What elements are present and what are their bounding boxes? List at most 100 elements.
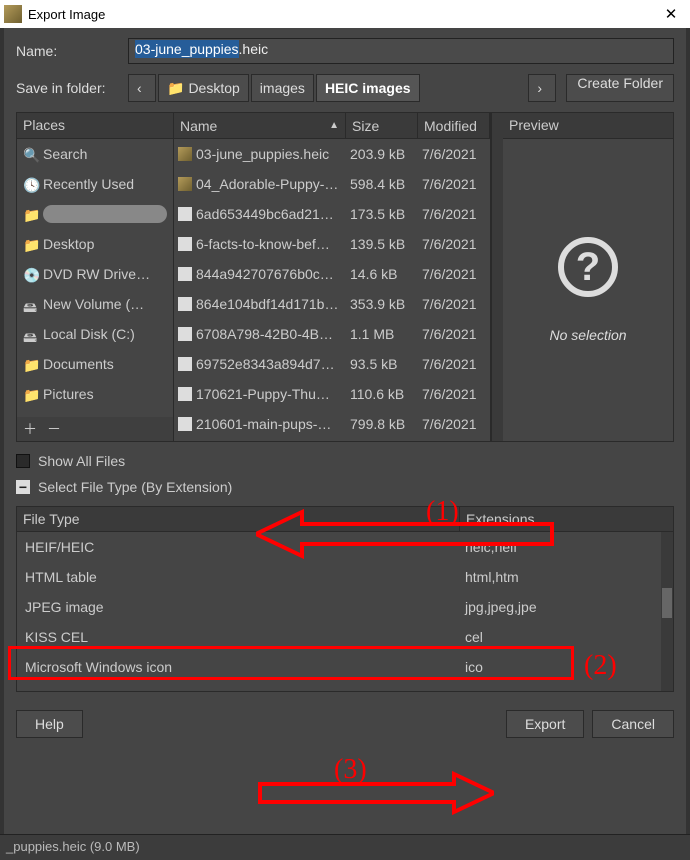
filetype-row[interactable]: KISS CELcel	[17, 622, 673, 652]
file-icon	[178, 297, 192, 311]
preview-panel: Preview ? No selection	[503, 113, 673, 441]
file-name: 844a942707676b0c…	[196, 266, 346, 282]
file-modified: 7/6/2021	[418, 416, 490, 432]
col-name[interactable]: Name▲	[174, 113, 346, 138]
places-label: Search	[43, 146, 87, 162]
places-item[interactable]: 📁	[17, 199, 173, 229]
file-name: 864e104bdf14d171b…	[196, 296, 346, 312]
file-icon	[178, 327, 192, 341]
file-modified: 7/6/2021	[418, 206, 490, 222]
file-row[interactable]: 6ad653449bc6ad21…173.5 kB7/6/2021	[174, 199, 490, 229]
file-icon	[178, 387, 192, 401]
col-file-type[interactable]: File Type	[17, 507, 459, 531]
filetype-row[interactable]: JPEG imagejpg,jpeg,jpe	[17, 592, 673, 622]
file-row[interactable]: 864e104bdf14d171b…353.9 kB7/6/2021	[174, 289, 490, 319]
file-icon	[178, 417, 192, 431]
file-row[interactable]: 6708A798-42B0-4B…1.1 MB7/6/2021	[174, 319, 490, 349]
save-folder-label: Save in folder:	[16, 80, 128, 96]
dialog-body: Name: 03-june_puppies.heic Save in folde…	[4, 28, 686, 834]
file-modified: 7/6/2021	[418, 296, 490, 312]
export-button[interactable]: Export	[506, 710, 584, 738]
filename-input[interactable]: 03-june_puppies.heic	[128, 38, 674, 64]
col-modified[interactable]: Modified	[418, 113, 490, 138]
question-icon: ?	[558, 237, 618, 297]
file-row[interactable]: 69752e8343a894d7…93.5 kB7/6/2021	[174, 349, 490, 379]
help-button[interactable]: Help	[16, 710, 83, 738]
places-item[interactable]: 🔍Search	[17, 139, 173, 169]
select-file-type-expander[interactable]: − Select File Type (By Extension)	[16, 474, 674, 500]
crumb-back[interactable]: ‹	[128, 74, 156, 102]
status-bar: _puppies.heic (9.0 MB)	[0, 834, 690, 860]
places-item[interactable]: 📁Desktop	[17, 229, 173, 259]
filetype-name: HTML table	[17, 569, 459, 585]
file-size: 799.8 kB	[346, 416, 418, 432]
filetype-row[interactable]: HEIF/HEICheic,heif	[17, 532, 673, 562]
folder-icon: 📁	[23, 207, 37, 221]
filetype-name: MNG animation	[17, 689, 459, 692]
file-row[interactable]: 844a942707676b0c…14.6 kB7/6/2021	[174, 259, 490, 289]
col-extensions[interactable]: Extensions	[459, 507, 673, 531]
places-label: DVD RW Drive…	[43, 266, 150, 282]
filetype-ext: ico	[459, 659, 673, 675]
filetype-name: HEIF/HEIC	[17, 539, 459, 555]
disc-icon: 💿	[23, 267, 37, 281]
places-item[interactable]: 💿 DVD RW Drive…	[17, 259, 173, 289]
places-item[interactable]: 📁Documents	[17, 349, 173, 379]
file-row[interactable]: 6-facts-to-know-bef…139.5 kB7/6/2021	[174, 229, 490, 259]
filetype-scrollbar[interactable]	[661, 532, 673, 691]
folder-icon: 📁	[23, 237, 37, 251]
file-row[interactable]: 170621-Puppy-Thu…110.6 kB7/6/2021	[174, 379, 490, 409]
crumb-heic-images[interactable]: HEIC images	[316, 74, 420, 102]
file-size: 139.5 kB	[346, 236, 418, 252]
remove-place-icon[interactable]: －	[47, 419, 61, 439]
file-browser: Places 🔍Search🕓Recently Used📁📁Desktop💿DV…	[16, 112, 674, 442]
filename-selected: 03-june_puppies	[135, 40, 239, 58]
filetype-row[interactable]: HTML tablehtml,htm	[17, 562, 673, 592]
file-modified: 7/6/2021	[418, 326, 490, 342]
file-icon	[178, 267, 192, 281]
file-size: 598.4 kB	[346, 176, 418, 192]
breadcrumb: ‹ 📁 Desktop images HEIC images	[128, 74, 528, 102]
file-modified: 7/6/2021	[418, 236, 490, 252]
options: Show All Files − Select File Type (By Ex…	[16, 448, 674, 500]
close-icon[interactable]: ✕	[652, 0, 690, 28]
file-size: 1.1 MB	[346, 326, 418, 342]
show-all-files-checkbox[interactable]: Show All Files	[16, 448, 674, 474]
file-row[interactable]: 04_Adorable-Puppy-…598.4 kB7/6/2021	[174, 169, 490, 199]
places-item[interactable]: 🖴 Local Disk (C:)	[17, 319, 173, 349]
file-size: 203.9 kB	[346, 146, 418, 162]
places-item[interactable]: 🖴New Volume (…	[17, 289, 173, 319]
create-folder-button[interactable]: Create Folder	[566, 74, 674, 102]
crumb-images[interactable]: images	[251, 74, 314, 102]
filetype-row[interactable]: Microsoft Windows iconico	[17, 652, 673, 682]
filetype-name: Microsoft Windows icon	[17, 659, 459, 675]
places-item[interactable]: 📁Pictures	[17, 379, 173, 409]
file-icon	[178, 207, 192, 221]
add-place-icon[interactable]: ＋	[23, 419, 37, 439]
filetype-row[interactable]: MNG animationmng	[17, 682, 673, 692]
file-modified: 7/6/2021	[418, 356, 490, 372]
file-size: 353.9 kB	[346, 296, 418, 312]
places-label: Documents	[43, 356, 114, 372]
file-row[interactable]: 210601-main-pups-…799.8 kB7/6/2021	[174, 409, 490, 439]
places-toolbar: ＋ －	[17, 417, 173, 441]
drive-icon: 🖴	[23, 327, 37, 341]
file-row[interactable]: 235430-2000x1332-…124.1 kB7/6/2021	[174, 439, 490, 441]
file-name: 210601-main-pups-…	[196, 416, 346, 432]
file-scrollbar[interactable]	[491, 113, 503, 441]
filetype-ext: heic,heif	[459, 539, 673, 555]
places-label: Local Disk (C:)	[43, 326, 135, 342]
dialog-footer: Help Export Cancel	[16, 710, 674, 738]
window-title: Export Image	[28, 7, 652, 22]
places-item[interactable]: 🕓Recently Used	[17, 169, 173, 199]
folder-icon: 📁	[23, 387, 37, 401]
file-icon	[178, 237, 192, 251]
cancel-button[interactable]: Cancel	[592, 710, 674, 738]
crumb-forward[interactable]: ›	[528, 74, 556, 102]
crumb-desktop[interactable]: 📁 Desktop	[158, 74, 249, 102]
drive-icon: 🖴	[23, 297, 37, 311]
file-name: 03-june_puppies.heic	[196, 146, 346, 162]
col-size[interactable]: Size	[346, 113, 418, 138]
file-row[interactable]: 03-june_puppies.heic203.9 kB7/6/2021	[174, 139, 490, 169]
places-header: Places	[17, 113, 173, 139]
